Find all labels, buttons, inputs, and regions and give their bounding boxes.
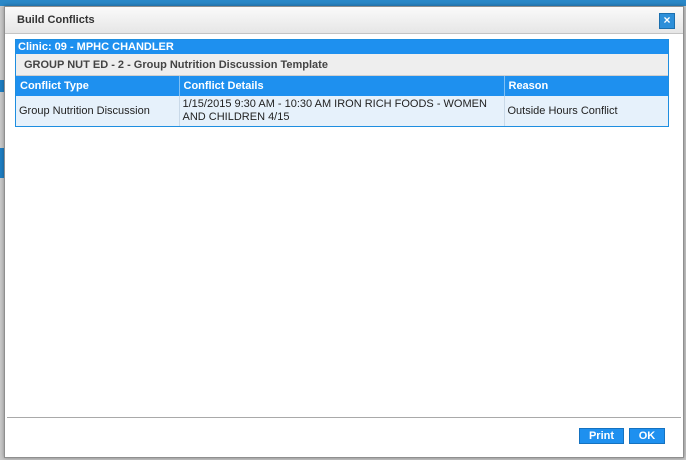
column-header-reason[interactable]: Reason bbox=[504, 76, 668, 96]
cell-reason: Outside Hours Conflict bbox=[504, 96, 668, 126]
dialog-titlebar[interactable]: Build Conflicts × bbox=[5, 7, 683, 34]
dialog-title: Build Conflicts bbox=[17, 14, 95, 26]
column-header-conflict-details[interactable]: Conflict Details bbox=[179, 76, 505, 96]
footer-divider bbox=[7, 417, 681, 418]
conflicts-table: Conflict Type Conflict Details Reason Gr… bbox=[16, 76, 668, 126]
cell-conflict-type: Group Nutrition Discussion bbox=[16, 96, 180, 126]
close-icon[interactable]: × bbox=[659, 13, 675, 29]
clinic-header: Clinic: 09 - MPHC CHANDLER bbox=[16, 40, 668, 54]
conflicts-panel: Clinic: 09 - MPHC CHANDLER GROUP NUT ED … bbox=[15, 39, 669, 127]
cell-conflict-details: 1/15/2015 9:30 AM - 10:30 AM IRON RICH F… bbox=[179, 96, 505, 126]
print-button[interactable]: Print bbox=[579, 428, 624, 444]
build-conflicts-dialog: Build Conflicts × Clinic: 09 - MPHC CHAN… bbox=[4, 6, 684, 458]
column-header-conflict-type[interactable]: Conflict Type bbox=[16, 76, 180, 96]
ok-button[interactable]: OK bbox=[629, 428, 665, 444]
table-header-row: Conflict Type Conflict Details Reason bbox=[16, 76, 668, 96]
table-row[interactable]: Group Nutrition Discussion 1/15/2015 9:3… bbox=[16, 96, 668, 126]
group-header: GROUP NUT ED - 2 - Group Nutrition Discu… bbox=[16, 54, 668, 76]
